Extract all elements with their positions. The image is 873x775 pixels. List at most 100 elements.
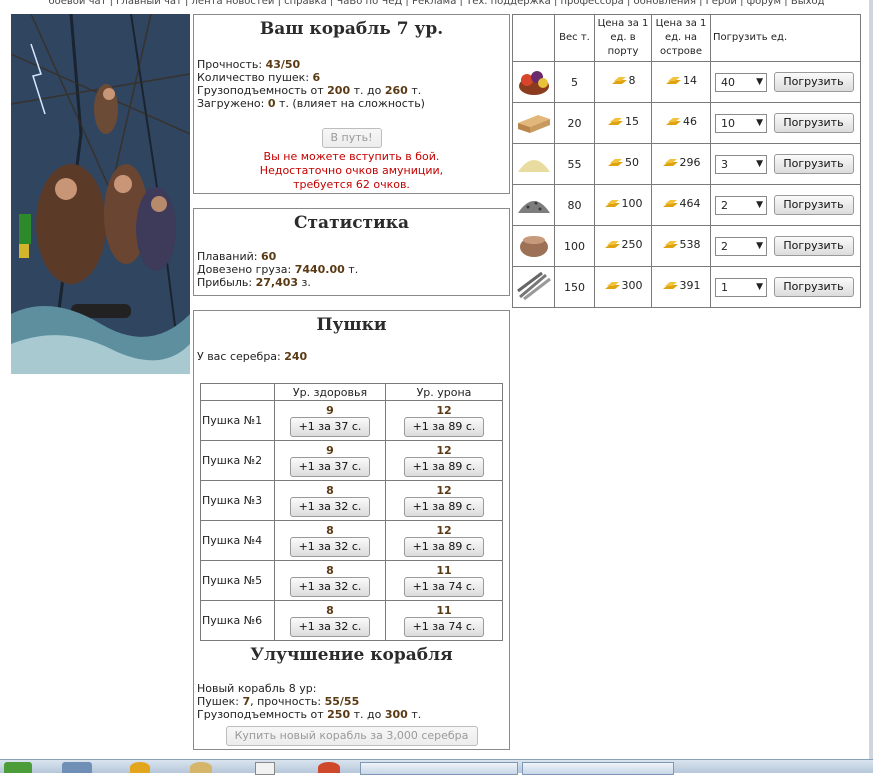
upgrade-title: Улучшение корабля (250, 645, 453, 665)
taskbar (0, 759, 873, 775)
goods-row: 150 300 391 1 ▼ Погрузить (512, 266, 861, 308)
gold-bars-icon (611, 76, 627, 84)
load-button[interactable]: Погрузить (773, 113, 854, 133)
new-ship-label: Новый корабль 8 ур: (197, 682, 317, 695)
stat-profit: Прибыль: 27,403 з. (197, 276, 311, 289)
goods-island-price: 538 (651, 225, 711, 267)
upgrade-damage-button[interactable]: +1 за 89 с. (404, 496, 484, 517)
load-button[interactable]: Погрузить (773, 72, 854, 92)
upgrade-damage-button[interactable]: +1 за 89 с. (404, 416, 484, 437)
goods-row: 5 8 14 40 ▼ Погрузить (512, 61, 861, 103)
sack-icon (512, 225, 555, 267)
goods-island-price: 296 (651, 143, 711, 185)
load-button[interactable]: Погрузить (773, 154, 854, 174)
cannon-row: Пушка №6 8 +1 за 32 с. 11 +1 за 74 с. (200, 600, 503, 641)
cannon-name: Пушка №2 (200, 440, 275, 481)
gold-bars-icon (662, 240, 678, 248)
goods-port-price: 100 (594, 184, 652, 226)
app-icon[interactable] (190, 762, 212, 773)
damage-level: 12 (436, 483, 452, 497)
damage-level: 12 (436, 403, 452, 417)
cannons-panel: Пушки У вас серебра: 240 Ур. здоровья Ур… (193, 310, 510, 750)
upgrade-damage-button[interactable]: +1 за 74 с. (404, 576, 484, 597)
upgrade-health-button[interactable]: +1 за 32 с. (290, 576, 370, 597)
ship-durability: Прочность: 43/50 (197, 58, 301, 71)
stat-voyages: Плаваний: 60 (197, 250, 277, 263)
ship-title: Ваш корабль 7 ур. (259, 19, 444, 39)
quantity-select[interactable]: 1 ▼ (715, 277, 767, 297)
start-button-icon[interactable] (4, 762, 32, 773)
cannon-name: Пушка №5 (200, 560, 275, 601)
damage-level-header: Ур. урона (385, 383, 503, 401)
goods-weight: 150 (554, 266, 595, 308)
chevron-down-icon: ▼ (756, 158, 763, 169)
ship-capacity: Грузоподъемность от 200 т. до 260 т. (197, 84, 422, 97)
port-price-header: Цена за 1 ед. в порту (594, 14, 652, 62)
buy-new-ship-button[interactable]: Купить новый корабль за 3,000 серебра (225, 726, 478, 746)
goods-row: 55 50 296 3 ▼ Погрузить (512, 143, 861, 185)
top-nav-links[interactable]: боевой чат | главный чат | лента новосте… (0, 0, 873, 6)
upgrade-damage-button[interactable]: +1 за 89 с. (404, 536, 484, 557)
taskbar-window[interactable] (522, 762, 674, 775)
upgrade-damage-button[interactable]: +1 за 74 с. (404, 616, 484, 637)
cannon-row: Пушка №5 8 +1 за 32 с. 11 +1 за 74 с. (200, 560, 503, 601)
chevron-down-icon: ▼ (756, 76, 763, 87)
browser-icon[interactable] (318, 762, 340, 773)
app-icon[interactable] (62, 762, 92, 773)
gold-bars-icon (604, 240, 620, 248)
health-level: 9 (326, 403, 334, 417)
app-icon[interactable] (130, 762, 150, 773)
chevron-down-icon: ▼ (756, 117, 763, 128)
ship-cannons: Количество пушек: 6 (197, 71, 321, 84)
cannon-name: Пушка №6 (200, 600, 275, 641)
quantity-select[interactable]: 40 ▼ (715, 72, 767, 92)
gold-bars-icon (662, 158, 678, 166)
upgrade-health-button[interactable]: +1 за 37 с. (290, 456, 370, 477)
goods-row: 80 100 464 2 ▼ Погрузить (512, 184, 861, 226)
goods-port-price: 300 (594, 266, 652, 308)
health-level-header: Ур. здоровья (274, 383, 386, 401)
set-sail-button[interactable]: В путь! (321, 128, 382, 148)
weight-header: Вес т. (554, 14, 595, 62)
quantity-select[interactable]: 2 ▼ (715, 236, 767, 256)
health-level: 8 (326, 483, 334, 497)
cannon-row: Пушка №4 8 +1 за 32 с. 12 +1 за 89 с. (200, 520, 503, 561)
quantity-select[interactable]: 3 ▼ (715, 154, 767, 174)
upgrade-health-button[interactable]: +1 за 32 с. (290, 536, 370, 557)
new-ship-cannons: Пушек: 7, прочность: 55/55 (197, 695, 360, 708)
cannon-row: Пушка №3 8 +1 за 32 с. 12 +1 за 89 с. (200, 480, 503, 521)
gold-bars-icon (662, 199, 678, 207)
load-button[interactable]: Погрузить (773, 236, 854, 256)
cannons-table: Ур. здоровья Ур. урона Пушка №1 9 +1 за … (200, 383, 503, 641)
upgrade-damage-button[interactable]: +1 за 89 с. (404, 456, 484, 477)
gold-bars-icon (608, 158, 623, 166)
gold-bars-icon (666, 117, 681, 125)
taskbar-window-browser[interactable] (360, 762, 518, 775)
load-button[interactable]: Погрузить (773, 277, 854, 297)
wood-planks-icon (512, 102, 555, 144)
goods-island-price: 46 (651, 102, 711, 144)
goods-port-price: 15 (594, 102, 652, 144)
upgrade-health-button[interactable]: +1 за 32 с. (290, 616, 370, 637)
load-button[interactable]: Погрузить (773, 195, 854, 215)
chevron-down-icon: ▼ (756, 199, 763, 210)
goods-weight: 100 (554, 225, 595, 267)
upgrade-health-button[interactable]: +1 за 37 с. (290, 416, 370, 437)
upgrade-health-button[interactable]: +1 за 32 с. (290, 496, 370, 517)
goods-weight: 55 (554, 143, 595, 185)
cannon-row: Пушка №1 9 +1 за 37 с. 12 +1 за 89 с. (200, 400, 503, 441)
ammo-error-message: Вы не можете вступить в бой. Недостаточн… (259, 150, 444, 191)
cannon-name: Пушка №4 (200, 520, 275, 561)
goods-island-price: 391 (651, 266, 711, 308)
gold-bars-icon (604, 199, 620, 207)
quantity-select[interactable]: 10 ▼ (715, 113, 767, 133)
chevron-down-icon: ▼ (756, 240, 763, 251)
document-icon[interactable] (255, 762, 275, 775)
cannons-title: Пушки (316, 315, 387, 335)
quantity-select[interactable]: 2 ▼ (715, 195, 767, 215)
ore-pile-icon (512, 184, 555, 226)
health-level: 8 (326, 523, 334, 537)
fruit-basket-icon (512, 61, 555, 103)
island-price-header: Цена за 1 ед. на острове (651, 14, 711, 62)
health-level: 8 (326, 563, 334, 577)
